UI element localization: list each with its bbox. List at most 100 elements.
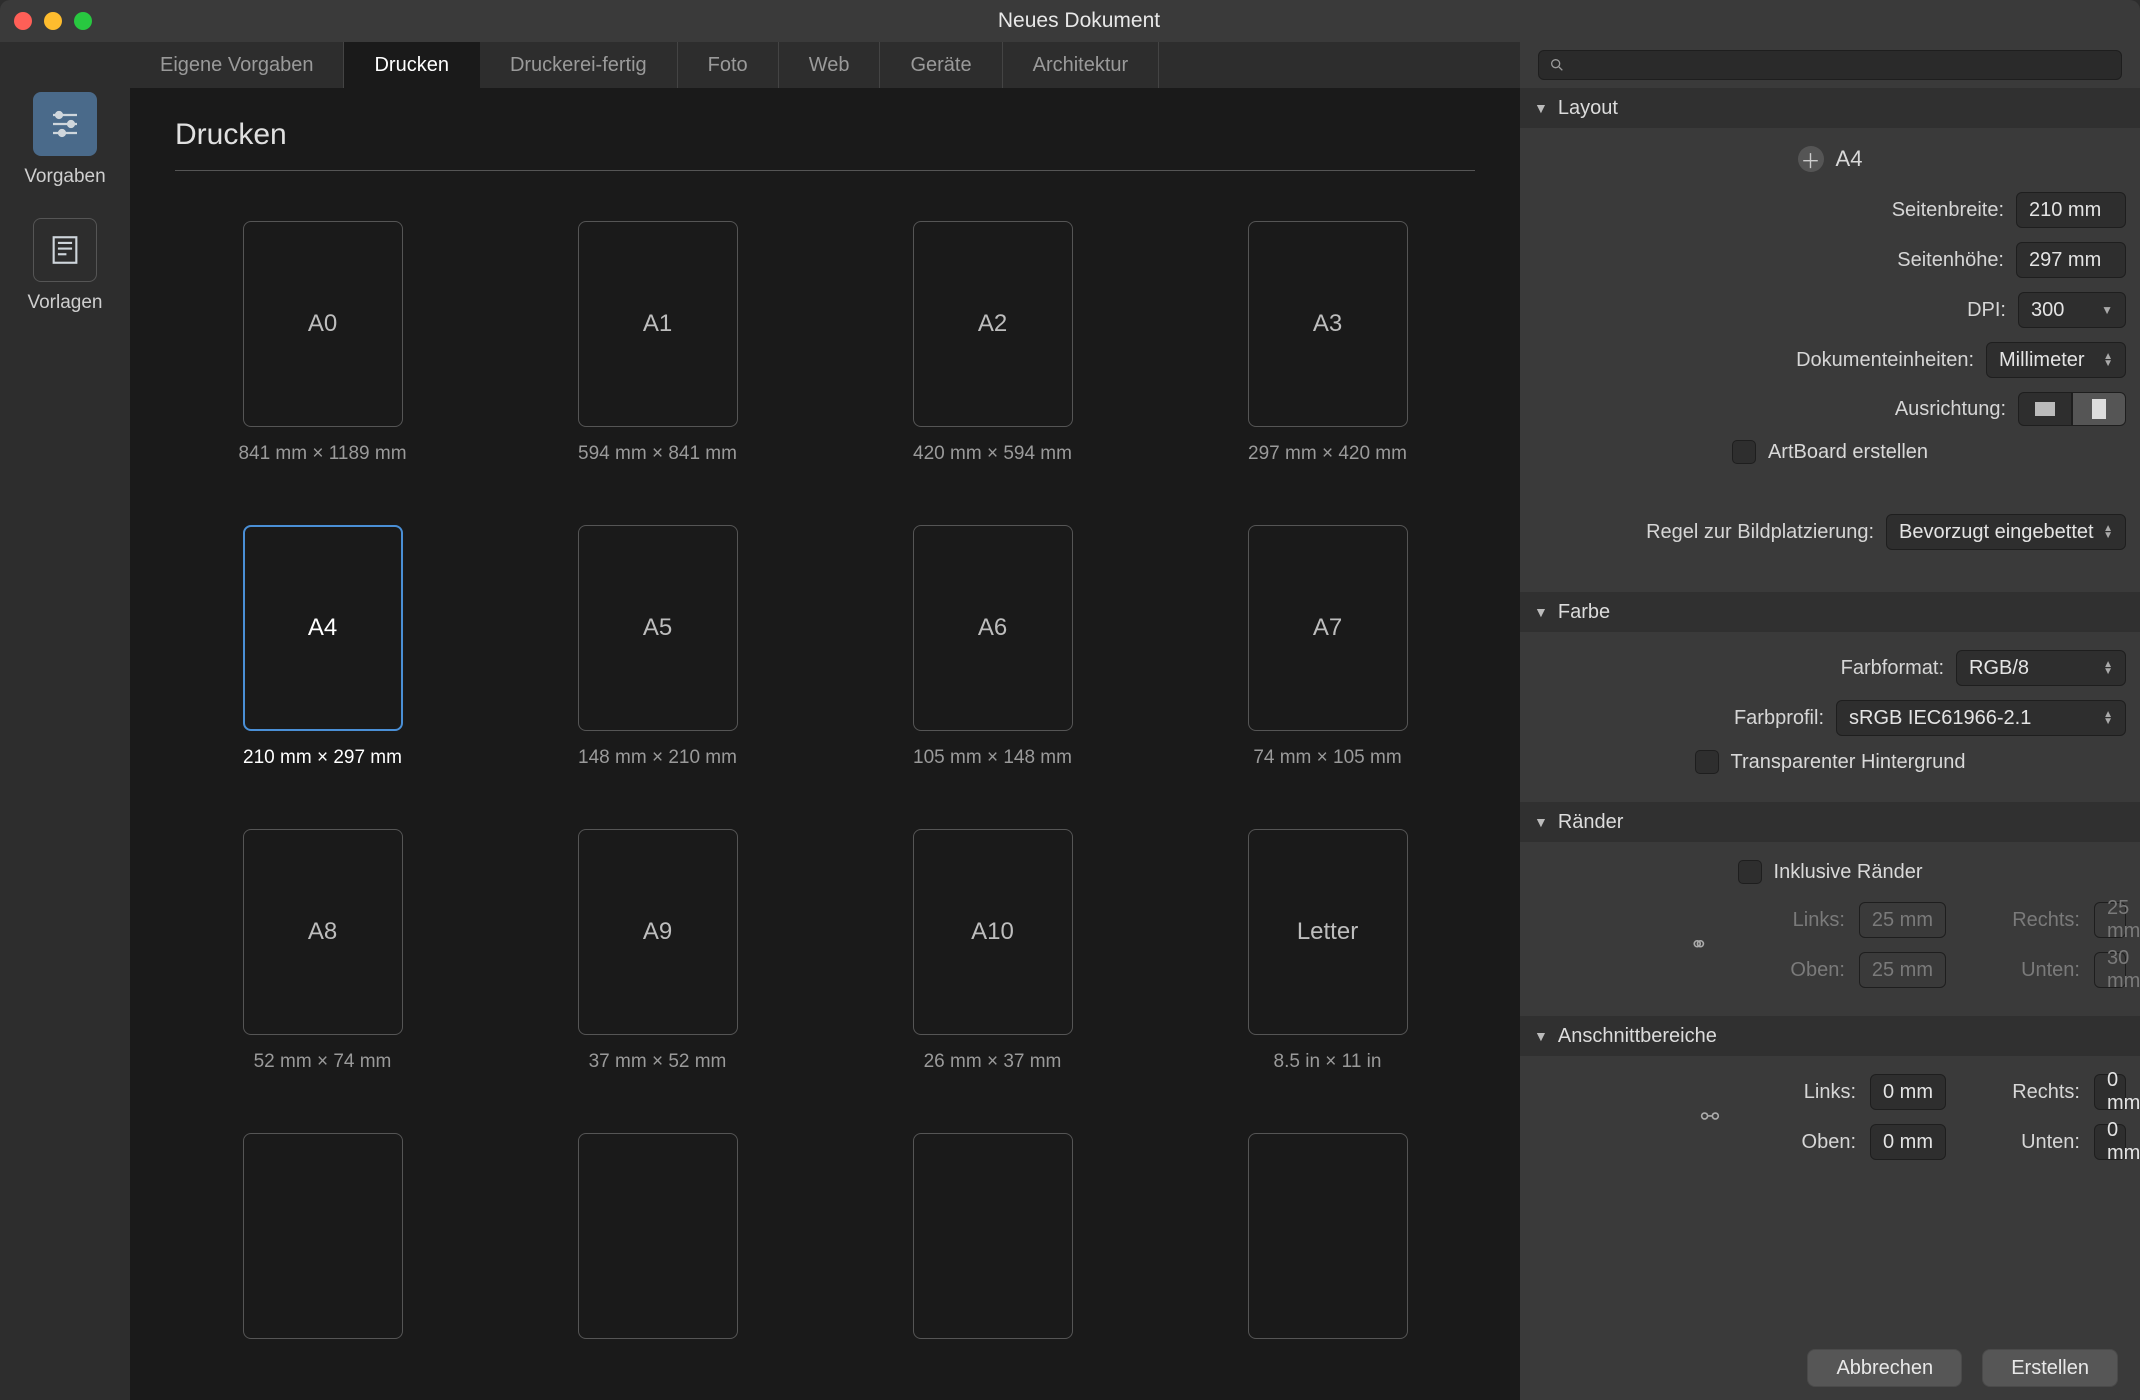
preset-dimensions: 297 mm × 420 mm [1248,443,1407,465]
preset-thumbnail: A9 [578,829,738,1035]
preset-thumbnail [913,1133,1073,1339]
color-profile-select[interactable]: sRGB IEC61966-2.1▲▼ [1836,700,2126,736]
maximize-window-button[interactable] [74,12,92,30]
preset-thumbnail: A5 [578,525,738,731]
preset-dimensions: 594 mm × 841 mm [578,443,737,465]
units-label: Dokumenteinheiten: [1796,349,1974,372]
preset-a10[interactable]: A10 26 mm × 37 mm [845,829,1140,1073]
tab-foto[interactable]: Foto [678,42,779,88]
bleed-top-input[interactable]: 0 mm [1870,1124,1946,1160]
page-height-label: Seitenhöhe: [1897,249,2004,272]
preset-dimensions: 210 mm × 297 mm [243,747,402,769]
preset-a7[interactable]: A774 mm × 105 mm [1180,525,1475,769]
templates-icon [33,218,97,282]
preset-a2[interactable]: A2420 mm × 594 mm [845,221,1140,465]
preset-item-13[interactable] [510,1133,805,1355]
margin-top-label: Oben: [1725,959,1845,982]
preset-thumbnail: Letter [1248,829,1408,1035]
preset-dimensions: 841 mm × 1189 mm [238,443,406,465]
units-select[interactable]: Millimeter▲▼ [1986,342,2126,378]
preset-a6[interactable]: A6105 mm × 148 mm [845,525,1140,769]
preset-thumbnail [243,1133,403,1339]
margin-bottom-label: Unten: [1960,959,2080,982]
margin-bottom-input[interactable]: 30 mm [2094,952,2126,988]
color-format-select[interactable]: RGB/8▲▼ [1956,650,2126,686]
transparent-bg-checkbox[interactable] [1695,750,1719,774]
section-header-color[interactable]: ▼ Farbe [1520,592,2140,632]
section-header-bleed[interactable]: ▼ Anschnittbereiche [1520,1016,2140,1056]
preset-letter[interactable]: Letter8.5 in × 11 in [1180,829,1475,1073]
tab-web[interactable]: Web [779,42,881,88]
preset-item-14[interactable] [845,1133,1140,1355]
artboard-checkbox[interactable] [1732,440,1756,464]
dpi-select[interactable]: 300▼ [2018,292,2126,328]
link-bleed-icon[interactable]: ⚯ [1698,1104,1722,1130]
rail-label: Vorgaben [24,166,105,188]
dialog-footer: Abbrechen Erstellen [1520,1336,2140,1400]
tab-eigene-vorgaben[interactable]: Eigene Vorgaben [130,42,344,88]
preset-thumbnail: A4 [243,525,403,731]
preset-a1[interactable]: A1 594 mm × 841 mm [510,221,805,465]
preset-thumbnail: A2 [913,221,1073,427]
preset-dimensions: 148 mm × 210 mm [578,747,737,769]
preset-a4[interactable]: A4 210 mm × 297 mm [175,525,470,769]
preset-a3[interactable]: A3297 mm × 420 mm [1180,221,1475,465]
content-area: Eigene Vorgaben Drucken Druckerei-fertig… [130,42,1520,1400]
inclusive-margins-checkbox[interactable] [1738,860,1762,884]
preset-dimensions: 52 mm × 74 mm [254,1051,392,1073]
chevron-down-icon: ▼ [1534,1028,1548,1044]
preset-item-12[interactable] [175,1133,470,1355]
page-title: Drucken [175,118,1475,171]
portrait-icon [2091,398,2107,420]
left-rail: Vorgaben Vorlagen [0,42,130,1400]
section-title: Layout [1558,97,1618,120]
preset-thumbnail: A1 [578,221,738,427]
rail-item-presets[interactable]: Vorgaben [24,92,105,188]
placement-select[interactable]: Bevorzugt eingebettet▲▼ [1886,514,2126,550]
tab-drucken[interactable]: Drucken [344,42,479,88]
section-title: Farbe [1558,601,1610,624]
orientation-landscape-button[interactable] [2018,392,2072,426]
settings-panel: ▼ Layout ＋ A4 Seitenbreite: 210 mm Seite… [1520,42,2140,1400]
preset-name: A8 [308,918,337,946]
preset-a9[interactable]: A937 mm × 52 mm [510,829,805,1073]
add-preset-button[interactable]: ＋ [1798,146,1824,172]
preset-item-15[interactable] [1180,1133,1475,1355]
tab-geraete[interactable]: Geräte [880,42,1002,88]
margin-top-input[interactable]: 25 mm [1859,952,1946,988]
section-header-layout[interactable]: ▼ Layout [1520,88,2140,128]
preset-scroll-area[interactable]: A0 841 mm × 1189 mm A1 594 mm × 841 mm A2420… [130,191,1520,1400]
preset-dimensions: 26 mm × 37 mm [924,1051,1062,1073]
link-margins-icon[interactable]: ⚭ [1687,932,1711,958]
preset-name: Letter [1297,918,1358,946]
artboard-label: ArtBoard erstellen [1768,441,1928,464]
orientation-portrait-button[interactable] [2072,392,2126,426]
section-header-margins[interactable]: ▼ Ränder [1520,802,2140,842]
preset-name: A0 [308,310,337,338]
margin-right-label: Rechts: [1960,909,2080,932]
margin-right-input[interactable]: 25 mm [2094,902,2126,938]
preset-a0[interactable]: A0 841 mm × 1189 mm [175,221,470,465]
preset-name: A10 [971,918,1014,946]
search-icon [1549,57,1565,73]
search-input[interactable] [1538,50,2122,80]
page-width-input[interactable]: 210 mm [2016,192,2126,228]
bleed-right-label: Rechts: [1960,1081,2080,1104]
preset-thumbnail: A10 [913,829,1073,1035]
bleed-left-input[interactable]: 0 mm [1870,1074,1946,1110]
preset-a8[interactable]: A8 52 mm × 74 mm [175,829,470,1073]
tab-architektur[interactable]: Architektur [1003,42,1160,88]
minimize-window-button[interactable] [44,12,62,30]
margin-left-input[interactable]: 25 mm [1859,902,1946,938]
bleed-right-input[interactable]: 0 mm [2094,1074,2126,1110]
tab-druckerei-fertig[interactable]: Druckerei-fertig [480,42,678,88]
page-height-input[interactable]: 297 mm [2016,242,2126,278]
create-button[interactable]: Erstellen [1982,1349,2118,1387]
dpi-label: DPI: [1967,299,2006,322]
close-window-button[interactable] [14,12,32,30]
rail-item-templates[interactable]: Vorlagen [27,218,102,314]
cancel-button[interactable]: Abbrechen [1807,1349,1962,1387]
preset-a5[interactable]: A5 148 mm × 210 mm [510,525,805,769]
bleed-bottom-input[interactable]: 0 mm [2094,1124,2126,1160]
preset-name: A1 [643,310,672,338]
